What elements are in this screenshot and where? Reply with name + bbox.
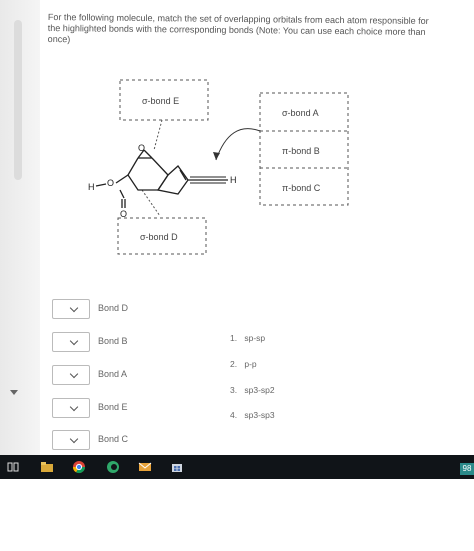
scroll-down-arrow-icon[interactable] <box>10 390 18 395</box>
store-icon[interactable] <box>170 460 184 474</box>
answer-option-4: 4. sp3-sp3 <box>230 410 275 420</box>
bond-a-dropdown[interactable] <box>52 365 90 385</box>
chevron-down-icon <box>69 434 79 444</box>
edge-icon[interactable] <box>106 460 120 474</box>
answer-option-2: 2. p-p <box>230 359 257 369</box>
bond-c-dropdown[interactable] <box>52 430 90 450</box>
sigma-bond-a-label: σ-bond A <box>282 108 319 118</box>
molecule-diagram: σ-bond E σ-bond A π-bond B π-bond C σ-bo… <box>88 79 349 255</box>
bond-e-dropdown[interactable] <box>52 398 90 418</box>
taskbar: 98 <box>0 455 474 479</box>
chevron-down-icon <box>69 369 79 379</box>
carbonyl-oxygen: O <box>120 209 127 219</box>
bond-c-label: Bond C <box>98 434 129 444</box>
bond-e-label: Bond E <box>98 402 128 412</box>
bond-d-label: Bond D <box>98 303 129 313</box>
blank-area <box>0 479 474 551</box>
hydroxyl-hydrogen: H <box>88 182 95 192</box>
chevron-down-icon <box>69 402 79 412</box>
file-explorer-icon[interactable] <box>40 460 54 474</box>
answer-option-1: 1. sp-sp <box>230 333 266 343</box>
mail-icon[interactable] <box>138 460 152 474</box>
chrome-icon[interactable] <box>72 460 86 474</box>
pi-bond-b-label: π-bond B <box>282 146 320 156</box>
chevron-down-icon <box>69 336 79 346</box>
hydroxyl-oxygen: O <box>107 178 114 188</box>
pi-bond-c-label: π-bond C <box>282 183 321 193</box>
bond-b-dropdown[interactable] <box>52 332 90 352</box>
answer-option-3: 3. sp3-sp2 <box>230 385 275 395</box>
epoxide-oxygen: O <box>138 143 145 153</box>
sigma-bond-d-label: σ-bond D <box>140 232 178 242</box>
chevron-down-icon <box>69 303 79 313</box>
alkyne-hydrogen: H <box>230 175 237 185</box>
left-panel <box>0 0 40 455</box>
question-page: For the following molecule, match the se… <box>40 0 474 455</box>
bond-a-label: Bond A <box>98 369 128 379</box>
bond-b-label: Bond B <box>98 336 128 346</box>
sigma-bond-e-label: σ-bond E <box>142 96 179 106</box>
taskbar-badge[interactable]: 98 <box>460 463 474 475</box>
bond-d-dropdown[interactable] <box>52 299 90 319</box>
scrollbar-thumb[interactable] <box>14 20 22 180</box>
task-view-icon[interactable] <box>6 460 20 474</box>
